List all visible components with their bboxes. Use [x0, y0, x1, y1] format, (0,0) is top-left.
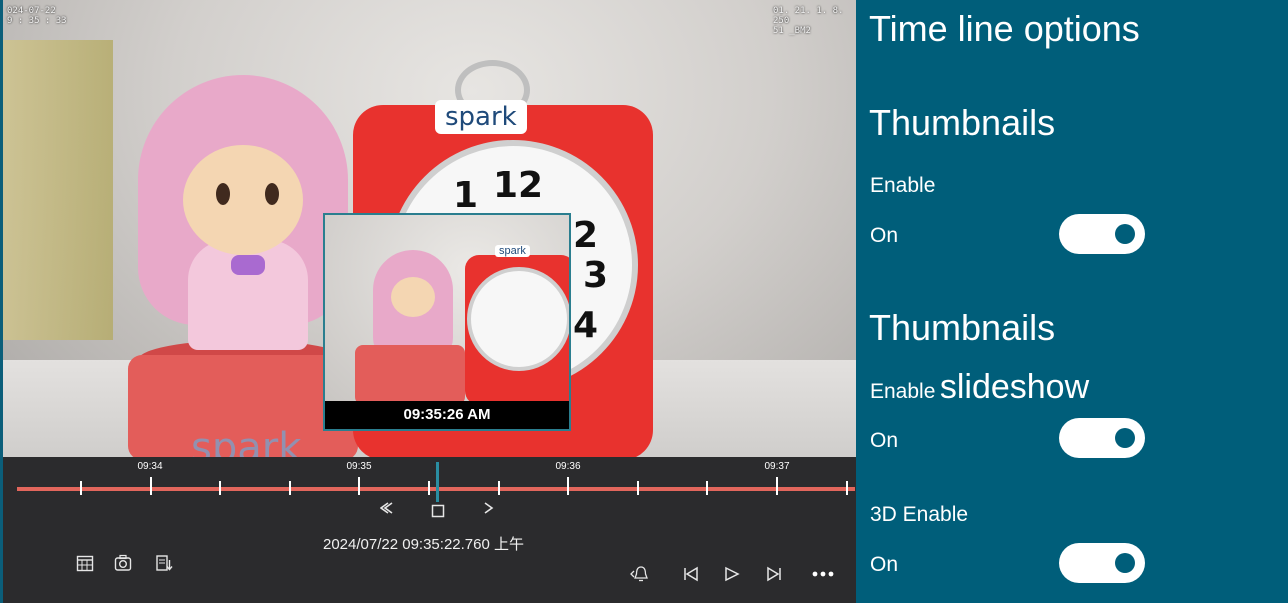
slideshow-enable-label: Enable slideshow: [870, 368, 1089, 407]
osd-date: 024-07-22: [7, 6, 56, 16]
step-back-icon[interactable]: [379, 500, 396, 521]
osd-camera-name: 51 _BM2: [773, 26, 811, 36]
scene-doll-face: [183, 145, 303, 255]
timeline-major-tick: [358, 477, 360, 495]
slideshow-enable-label-part: Enable: [870, 380, 936, 403]
timeline-minor-tick: [846, 481, 848, 495]
timeline-playhead[interactable]: [436, 462, 439, 502]
video-player[interactable]: 12 1 3 4 2 spark spark 024-07-22 9 : 35 …: [0, 0, 856, 603]
thumbnail-time: 09:35:26 AM: [325, 401, 569, 429]
scene-clock-number: 4: [573, 305, 599, 346]
scene-clock-number: 3: [583, 255, 609, 296]
camera-feed: 12 1 3 4 2 spark spark 024-07-22 9 : 35 …: [3, 0, 856, 457]
thumb-pedestal: [355, 345, 465, 401]
timeline-major-tick: [776, 477, 778, 495]
thumb-doll-face: [391, 277, 435, 317]
bell-icon: [630, 566, 648, 582]
skip-forward-button[interactable]: [760, 560, 788, 588]
3d-enable-toggle[interactable]: [1059, 543, 1145, 583]
playback-datetime: 2024/07/22 09:35:22.760 上午: [323, 536, 524, 553]
toggle-knob: [1115, 224, 1135, 244]
scene-spark-logo-pedestal: spark: [191, 425, 302, 457]
timeline-label: 09:37: [764, 461, 790, 472]
timeline-minor-tick: [637, 481, 639, 495]
more-button[interactable]: [809, 560, 837, 588]
scene-spark-logo: spark: [435, 100, 527, 134]
slideshow-section-title: Thumbnails: [869, 307, 1056, 348]
osd-datetime: 024-07-22 9 : 35 : 33: [7, 6, 67, 26]
osd-camera-info: 01. 21. 1. 8. 250 51 _BM2: [773, 6, 856, 36]
snapshot-icon: [114, 554, 132, 571]
scene-doll-eye: [216, 183, 230, 205]
scene-clock-number: 2: [573, 215, 599, 256]
timeline-minor-tick: [428, 481, 430, 495]
timeline-thumbnail-preview: spark 09:35:26 AM: [323, 213, 571, 431]
timeline-major-tick: [567, 477, 569, 495]
thumbnails-enable-label: Enable: [870, 174, 936, 197]
timeline-label: 09:34: [137, 461, 163, 472]
timeline-minor-tick: [706, 481, 708, 495]
scene-background-figure: [3, 40, 113, 340]
thumbnail-image: spark: [325, 215, 569, 401]
3d-enable-value: On: [870, 553, 899, 576]
timeline-label: 09:36: [555, 461, 581, 472]
scene-doll-bow: [231, 255, 265, 275]
export-button[interactable]: [150, 549, 178, 577]
thumbnails-section-title: Thumbnails: [869, 102, 1056, 143]
3d-enable-label: 3D Enable: [870, 503, 969, 526]
slideshow-enable-toggle[interactable]: [1059, 418, 1145, 458]
timeline-major-tick: [150, 477, 152, 495]
timeline-minor-tick: [80, 481, 82, 495]
scene-doll-eye: [265, 183, 279, 205]
export-icon: [156, 555, 173, 571]
calendar-button[interactable]: [71, 549, 99, 577]
toggle-knob: [1115, 553, 1135, 573]
calendar-icon: [76, 555, 94, 572]
timeline-minor-tick: [289, 481, 291, 495]
slideshow-label-part: slideshow: [939, 368, 1090, 406]
skip-back-icon: [684, 566, 698, 582]
play-icon: [725, 566, 740, 582]
step-forward-icon[interactable]: [481, 500, 497, 520]
osd-ip: 01. 21. 1. 8. 250: [773, 6, 844, 26]
more-icon: [812, 571, 834, 577]
thumb-spark-logo: spark: [495, 245, 530, 257]
skip-back-button[interactable]: [677, 560, 705, 588]
timeline-minor-tick: [498, 481, 500, 495]
slideshow-enable-value: On: [870, 429, 899, 452]
timeline-minor-tick: [219, 481, 221, 495]
thumbnails-enable-value: On: [870, 224, 899, 247]
toggle-knob: [1115, 428, 1135, 448]
thumb-clock-face: [467, 267, 569, 371]
panel-title: Time line options: [869, 8, 1140, 49]
stop-icon[interactable]: [431, 503, 445, 522]
snapshot-button[interactable]: [109, 549, 137, 577]
scene-clock-number: 12: [493, 165, 544, 206]
skip-forward-icon: [767, 566, 781, 582]
play-button[interactable]: [718, 560, 746, 588]
thumbnails-enable-toggle[interactable]: [1059, 214, 1145, 254]
scene-clock-number: 1: [453, 175, 479, 216]
osd-time: 9 : 35 : 33: [7, 16, 67, 26]
alarm-button[interactable]: [627, 560, 655, 588]
timeline-options-panel: Time line options Thumbnails Enable On T…: [856, 0, 1288, 603]
timeline-label: 09:35: [346, 461, 372, 472]
